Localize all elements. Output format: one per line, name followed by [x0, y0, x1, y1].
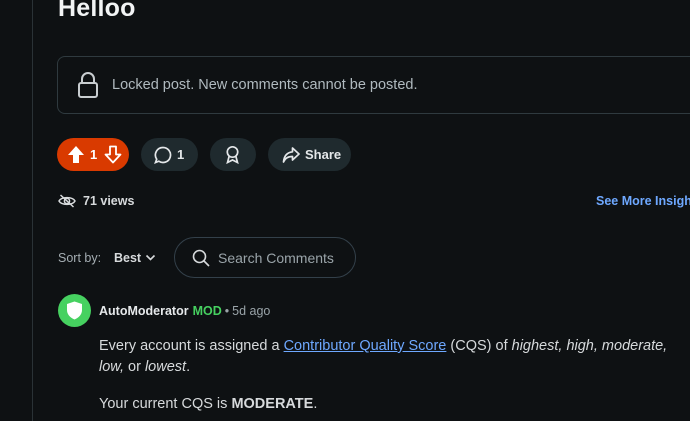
cqs-link[interactable]: Contributor Quality Score	[284, 338, 447, 354]
chevron-down-icon[interactable]	[145, 252, 156, 263]
comment-body: Every account is assigned a Contributor …	[99, 336, 689, 421]
search-comments-input[interactable]	[218, 248, 348, 268]
comment-icon	[154, 146, 172, 164]
comment-count: 1	[177, 147, 185, 162]
search-icon	[192, 249, 210, 267]
comment-meta: AutoModerator MOD • 5d ago	[99, 304, 270, 318]
comments-button[interactable]: 1	[141, 138, 198, 171]
views-label: 71 views	[83, 194, 135, 208]
comment-paragraph-2: Your current CQS is MODERATE.	[99, 394, 689, 415]
locked-message: Locked post. New comments cannot be post…	[112, 77, 418, 93]
see-more-insights-link[interactable]: See More Insights	[596, 194, 690, 208]
left-sidebar-edge	[0, 0, 33, 421]
meta-separator: •	[224, 304, 230, 318]
locked-post-banner: Locked post. New comments cannot be post…	[57, 56, 690, 114]
comment-author[interactable]: AutoModerator	[99, 304, 189, 318]
text-segment: Every account is assigned a	[99, 338, 284, 354]
cqs-value: MODERATE	[231, 396, 314, 412]
award-button[interactable]	[210, 138, 256, 171]
text-segment: Your current CQS is	[99, 396, 232, 412]
post-page: Helloo Locked post. New comments cannot …	[0, 0, 690, 421]
award-icon	[226, 145, 239, 164]
mod-badge: MOD	[192, 304, 222, 318]
sort-label: Sort by:	[58, 251, 102, 265]
avatar[interactable]	[58, 294, 91, 327]
search-comments-box[interactable]	[174, 237, 356, 278]
sort-dropdown[interactable]: Best	[114, 251, 141, 265]
shield-icon	[67, 301, 82, 320]
share-label: Share	[305, 147, 342, 162]
cqs-lowest: lowest	[144, 359, 187, 375]
share-button[interactable]: Share	[268, 138, 351, 171]
comment-paragraph-1: Every account is assigned a Contributor …	[99, 336, 689, 378]
share-icon	[282, 147, 300, 163]
comment-age: 5d ago	[232, 304, 271, 318]
eye-icon	[58, 194, 76, 208]
vote-control: 1	[57, 138, 129, 171]
text-segment: .	[313, 396, 318, 412]
text-segment: .	[186, 359, 191, 375]
upvote-icon[interactable]	[67, 145, 85, 164]
post-title: Helloo	[58, 0, 136, 22]
downvote-icon[interactable]	[104, 145, 122, 164]
text-segment: or	[124, 359, 145, 375]
text-segment: (CQS) of	[446, 338, 512, 354]
lock-icon	[78, 72, 98, 98]
vote-count: 1	[90, 147, 98, 162]
